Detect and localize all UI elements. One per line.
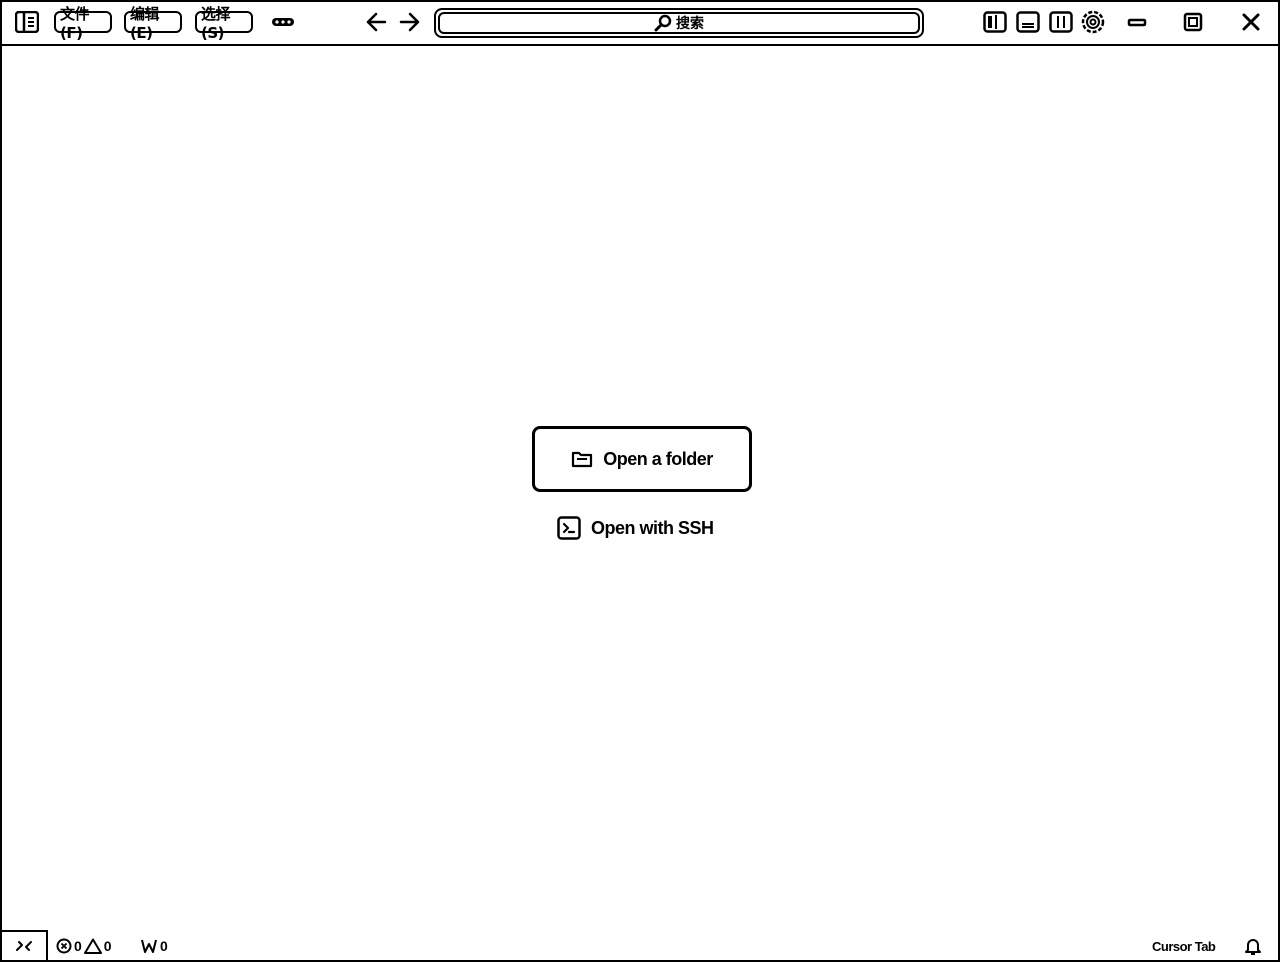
cursor-tab-indicator[interactable]: Cursor Tab bbox=[1152, 937, 1216, 955]
cursor-tab-label: Cursor Tab bbox=[1152, 938, 1216, 954]
toggle-panel-button[interactable] bbox=[1015, 11, 1041, 33]
more-menu-button[interactable] bbox=[270, 11, 296, 33]
search-input[interactable]: 搜索 bbox=[438, 12, 920, 34]
open-folder-button[interactable]: Open a folder bbox=[532, 426, 752, 492]
sidebar-layout-icon bbox=[15, 11, 39, 33]
maximize-button[interactable] bbox=[1182, 11, 1204, 33]
menu-edit-label: 编辑(E) bbox=[130, 4, 160, 42]
layout-sidebar-left-icon bbox=[983, 11, 1007, 33]
minimize-button[interactable] bbox=[1126, 11, 1148, 33]
search-placeholder: 搜索 bbox=[676, 16, 704, 32]
open-folder-label: Open a folder bbox=[603, 448, 713, 469]
menu-selection[interactable]: 选择(S) bbox=[195, 5, 253, 42]
open-ssh-label: Open with SSH bbox=[591, 517, 714, 538]
arrow-right-icon bbox=[399, 12, 420, 32]
remote-indicator-button[interactable] bbox=[2, 930, 48, 960]
search-icon bbox=[654, 14, 672, 32]
layout-panel-icon bbox=[1016, 11, 1040, 33]
error-count: 0 bbox=[74, 938, 82, 954]
toggle-primary-sidebar-button[interactable] bbox=[14, 11, 40, 33]
minimize-icon bbox=[1127, 18, 1147, 27]
more-icon bbox=[272, 18, 294, 26]
terminal-icon bbox=[557, 516, 581, 540]
toggle-primary-side-bar-button[interactable] bbox=[982, 11, 1008, 33]
ports-count: 0 bbox=[160, 938, 168, 954]
maximize-icon bbox=[1183, 12, 1203, 32]
error-icon bbox=[56, 938, 72, 954]
arrow-left-icon bbox=[366, 12, 387, 32]
close-window-button[interactable] bbox=[1240, 11, 1262, 33]
menu-selection-label: 选择(S) bbox=[201, 4, 231, 42]
warning-icon bbox=[83, 938, 102, 954]
folder-icon bbox=[572, 451, 593, 468]
go-back-button[interactable] bbox=[364, 11, 388, 33]
warning-count: 0 bbox=[103, 938, 112, 954]
go-forward-button[interactable] bbox=[398, 11, 422, 33]
title-bar: 文件(F) 编辑(E) 选择(S) 搜索 bbox=[2, 2, 1278, 46]
ports-icon bbox=[141, 939, 157, 953]
bell-icon bbox=[1245, 939, 1261, 955]
gear-icon bbox=[1081, 10, 1105, 34]
menu-edit[interactable]: 编辑(E) bbox=[124, 5, 182, 42]
notifications-button[interactable] bbox=[1244, 937, 1262, 955]
settings-button[interactable] bbox=[1080, 10, 1106, 34]
open-with-ssh-button[interactable]: Open with SSH bbox=[557, 514, 729, 542]
remote-icon bbox=[16, 941, 32, 951]
ports-indicator[interactable]: 0 bbox=[140, 937, 168, 955]
toggle-secondary-side-bar-button[interactable] bbox=[1048, 11, 1074, 33]
layout-sidebar-right-icon bbox=[1049, 11, 1073, 33]
problems-indicator[interactable]: 0 0 bbox=[56, 937, 112, 955]
app-window: 文件(F) 编辑(E) 选择(S) 搜索 Open a folder Open … bbox=[0, 0, 1280, 962]
menu-file[interactable]: 文件(F) bbox=[54, 5, 112, 42]
command-center-search[interactable]: 搜索 bbox=[434, 8, 924, 38]
status-bar: 0 0 0 Cursor Tab bbox=[2, 930, 1278, 960]
menu-file-label: 文件(F) bbox=[60, 4, 90, 42]
close-icon bbox=[1242, 13, 1260, 31]
